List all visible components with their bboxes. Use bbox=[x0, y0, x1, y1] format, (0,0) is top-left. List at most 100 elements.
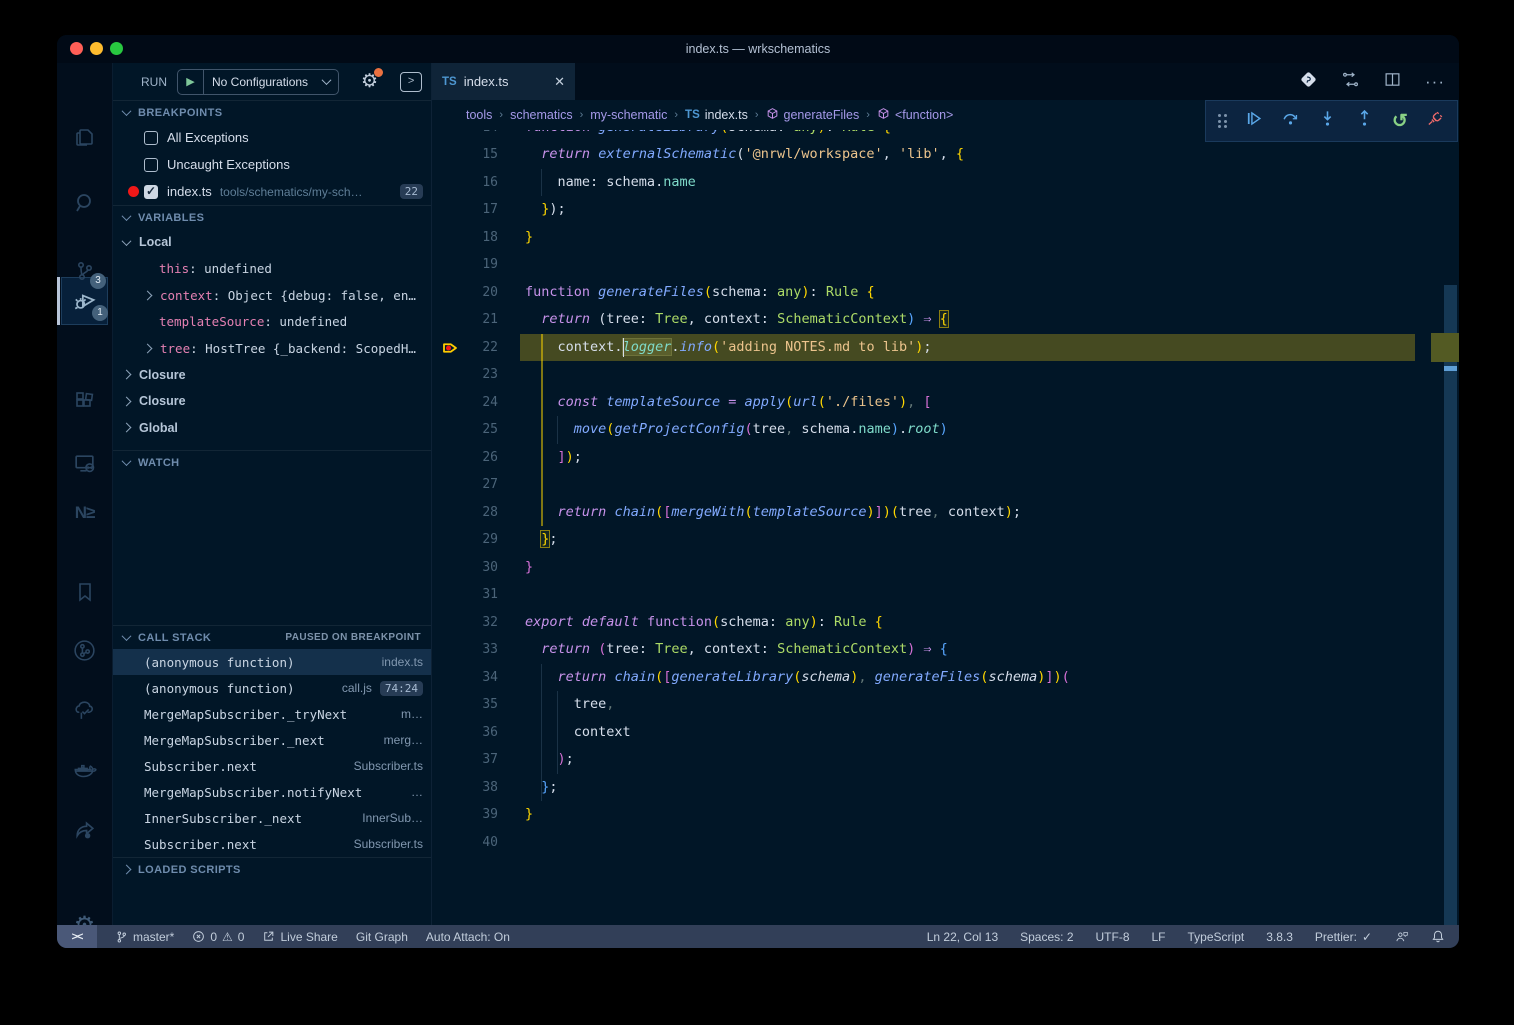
problems-status[interactable]: 0 ⚠ 0 bbox=[192, 930, 244, 944]
variable-row[interactable]: this: undefined bbox=[113, 256, 431, 283]
split-editor-icon[interactable] bbox=[1384, 71, 1401, 93]
code-line[interactable]: 19 bbox=[432, 251, 1437, 279]
test-explorer-icon[interactable] bbox=[57, 688, 112, 732]
launch-config-dropdown[interactable]: ▶ No Configurations bbox=[177, 69, 339, 95]
variable-row[interactable]: templateSource: undefined bbox=[113, 309, 431, 336]
breadcrumb-item[interactable]: my-schematic bbox=[590, 108, 667, 122]
step-over-icon[interactable] bbox=[1281, 109, 1300, 133]
breadcrumb-item[interactable]: tools bbox=[466, 108, 492, 122]
code-line[interactable]: 24 const templateSource = apply(url('./f… bbox=[432, 389, 1437, 417]
disconnect-icon[interactable] bbox=[1426, 109, 1445, 133]
call-stack-frame[interactable]: MergeMapSubscriber.notifyNext… bbox=[113, 779, 431, 805]
code-line[interactable]: 29 }; bbox=[432, 526, 1437, 554]
code-line[interactable]: 27 bbox=[432, 471, 1437, 499]
code-line[interactable]: 30} bbox=[432, 554, 1437, 582]
breadcrumb-file[interactable]: index.ts bbox=[705, 108, 748, 122]
breakpoint-checkbox[interactable] bbox=[144, 131, 158, 145]
code-line[interactable]: 31 bbox=[432, 581, 1437, 609]
format-document-icon[interactable] bbox=[1300, 71, 1317, 93]
call-stack-frame[interactable]: Subscriber.nextSubscriber.ts bbox=[113, 753, 431, 779]
live-share-button[interactable]: Live Share bbox=[262, 930, 337, 944]
step-into-icon[interactable] bbox=[1318, 109, 1337, 133]
notifications-bell-icon[interactable] bbox=[1431, 929, 1445, 944]
breakpoints-header[interactable]: BREAKPOINTS bbox=[113, 100, 431, 124]
bookmarks-icon[interactable] bbox=[57, 570, 112, 614]
variables-scope-row[interactable]: Local bbox=[113, 229, 431, 256]
project-share-icon[interactable] bbox=[57, 808, 112, 852]
nx-console-icon[interactable]: N≥ bbox=[57, 491, 112, 535]
breakpoint-checkbox[interactable] bbox=[144, 185, 158, 199]
code-line[interactable]: 21 return (tree: Tree, context: Schemati… bbox=[432, 306, 1437, 334]
code-line[interactable]: 17 }); bbox=[432, 196, 1437, 224]
git-history-icon[interactable] bbox=[57, 628, 112, 672]
more-actions-icon[interactable]: ··· bbox=[1425, 72, 1445, 92]
drag-handle-icon[interactable] bbox=[1218, 114, 1227, 128]
prettier-status[interactable]: Prettier: ✓ bbox=[1315, 930, 1372, 944]
code-line[interactable]: 34 return chain([generateLibrary(schema)… bbox=[432, 664, 1437, 692]
call-stack-header[interactable]: CALL STACK PAUSED ON BREAKPOINT bbox=[113, 625, 431, 649]
code-line[interactable]: 23 bbox=[432, 361, 1437, 389]
run-debug-icon[interactable]: 1 bbox=[57, 279, 112, 323]
explorer-icon[interactable] bbox=[57, 115, 112, 159]
variables-scope-row[interactable]: Closure bbox=[113, 388, 431, 415]
remote-indicator[interactable]: >< bbox=[57, 925, 97, 948]
breadcrumb-symbol[interactable]: <function> bbox=[895, 108, 953, 122]
step-out-icon[interactable] bbox=[1355, 109, 1374, 133]
search-icon[interactable] bbox=[57, 181, 112, 225]
tab-index-ts[interactable]: TS index.ts ✕ bbox=[432, 63, 575, 100]
code-line[interactable]: 38 }; bbox=[432, 774, 1437, 802]
code-line[interactable]: 18} bbox=[432, 224, 1437, 252]
debug-console-icon[interactable]: > bbox=[400, 72, 422, 92]
breakpoint-row[interactable]: Uncaught Exceptions bbox=[113, 151, 431, 178]
configure-gear-icon[interactable]: ⚙ bbox=[361, 70, 378, 93]
watch-header[interactable]: WATCH bbox=[113, 450, 431, 474]
loaded-scripts-header[interactable]: LOADED SCRIPTS bbox=[113, 857, 431, 881]
code-line[interactable]: 26 ]); bbox=[432, 444, 1437, 472]
encoding-status[interactable]: UTF-8 bbox=[1096, 930, 1130, 944]
branch-status[interactable]: master* bbox=[115, 930, 174, 944]
extensions-icon[interactable] bbox=[57, 379, 112, 423]
variable-row[interactable]: context: Object {debug: false, en… bbox=[113, 282, 431, 309]
code-line[interactable]: 22 context.logger.info('adding NOTES.md … bbox=[432, 334, 1437, 362]
code-line[interactable]: 15 return externalSchematic('@nrwl/works… bbox=[432, 141, 1437, 169]
feedback-icon[interactable] bbox=[1394, 930, 1409, 944]
breakpoint-checkbox[interactable] bbox=[144, 158, 158, 172]
git-graph-button[interactable]: Git Graph bbox=[356, 930, 408, 944]
continue-icon[interactable] bbox=[1244, 109, 1263, 133]
scrollbar[interactable] bbox=[1437, 100, 1459, 925]
code-line[interactable]: 33 return (tree: Tree, context: Schemati… bbox=[432, 636, 1437, 664]
indentation-status[interactable]: Spaces: 2 bbox=[1020, 930, 1073, 944]
code-line[interactable]: 37 ); bbox=[432, 746, 1437, 774]
ts-version[interactable]: 3.8.3 bbox=[1266, 930, 1293, 944]
call-stack-frame[interactable]: InnerSubscriber._nextInnerSub… bbox=[113, 805, 431, 831]
variables-scope-row[interactable]: Closure bbox=[113, 362, 431, 389]
code-line[interactable]: 35 tree, bbox=[432, 691, 1437, 719]
breadcrumb-item[interactable]: schematics bbox=[510, 108, 573, 122]
eol-status[interactable]: LF bbox=[1152, 930, 1166, 944]
code-line[interactable]: 40 bbox=[432, 829, 1437, 857]
call-stack-frame[interactable]: MergeMapSubscriber._nextmerg… bbox=[113, 727, 431, 753]
code-line[interactable]: 28 return chain([mergeWith(templateSourc… bbox=[432, 499, 1437, 527]
code-line[interactable]: 32export default function(schema: any): … bbox=[432, 609, 1437, 637]
variables-header[interactable]: VARIABLES bbox=[113, 205, 431, 229]
code-line[interactable]: 39} bbox=[432, 801, 1437, 829]
auto-attach-status[interactable]: Auto Attach: On bbox=[426, 930, 510, 944]
call-stack-frame[interactable]: (anonymous function)index.ts bbox=[113, 649, 431, 675]
code-line[interactable]: 16 name: schema.name bbox=[432, 169, 1437, 197]
code-area[interactable]: 14function generateLibrary(schema: any):… bbox=[432, 100, 1459, 925]
current-line-breakpoint-icon[interactable] bbox=[441, 339, 459, 368]
breadcrumb-symbol[interactable]: generateFiles bbox=[784, 108, 860, 122]
language-mode[interactable]: TypeScript bbox=[1188, 930, 1245, 944]
breakpoint-row[interactable]: index.tstools/schematics/my-sch…22 bbox=[113, 178, 431, 205]
docker-icon[interactable] bbox=[57, 748, 112, 792]
cursor-position[interactable]: Ln 22, Col 13 bbox=[927, 930, 998, 944]
call-stack-frame[interactable]: (anonymous function)call.js74:24 bbox=[113, 675, 431, 701]
variables-scope-row[interactable]: Global bbox=[113, 415, 431, 442]
open-changes-icon[interactable] bbox=[1341, 70, 1360, 94]
scrollbar-thumb[interactable] bbox=[1444, 285, 1457, 925]
restart-icon[interactable]: ↻ bbox=[1392, 110, 1408, 133]
remote-explorer-icon[interactable] bbox=[57, 441, 112, 485]
close-tab-icon[interactable]: ✕ bbox=[554, 74, 565, 90]
variable-row[interactable]: tree: HostTree {_backend: ScopedH… bbox=[113, 335, 431, 362]
call-stack-frame[interactable]: Subscriber.nextSubscriber.ts bbox=[113, 831, 431, 857]
